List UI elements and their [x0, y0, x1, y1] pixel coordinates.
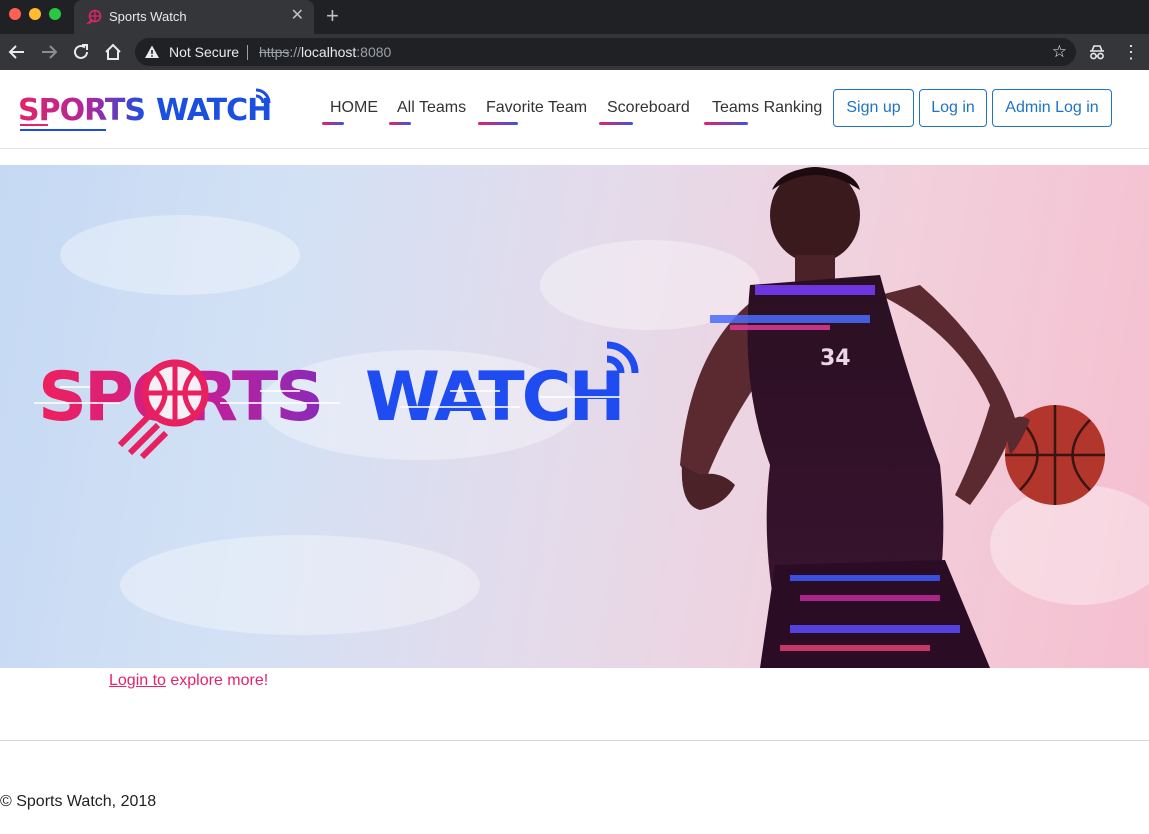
- nav-underline: [322, 122, 344, 125]
- nav-teams-ranking[interactable]: Teams Ranking: [704, 99, 823, 125]
- brand-word-sports: SPORTS: [18, 93, 145, 128]
- brand-word-watch: WATCH: [156, 93, 271, 128]
- nav-label: HOME: [330, 99, 378, 116]
- nav-label: Favorite Team: [486, 99, 588, 116]
- url-host: localhost: [301, 44, 357, 60]
- security-label: Not Secure: [169, 44, 240, 60]
- login-prompt-text: explore more!: [165, 672, 269, 689]
- menu-dots-icon[interactable]: ⋮: [1122, 40, 1140, 64]
- footer-copyright: © Sports Watch, 2018: [0, 793, 157, 810]
- close-tab-icon[interactable]: ✕: [291, 7, 304, 25]
- home-icon[interactable]: [102, 41, 124, 63]
- nav-label: Scoreboard: [607, 99, 690, 116]
- site-navbar: SPORTS WATCH HOME All Teams Favorite Tea…: [0, 70, 1149, 149]
- url-port: :8080: [356, 44, 392, 60]
- brand-logo[interactable]: SPORTS WATCH: [18, 84, 274, 134]
- login-link[interactable]: Login to: [109, 672, 166, 689]
- back-arrow-icon[interactable]: [6, 41, 28, 63]
- basketball-favicon-icon: [86, 9, 102, 25]
- login-prompt: Login to explore more!: [109, 672, 268, 690]
- nav-label: Teams Ranking: [712, 99, 823, 116]
- warning-icon: [145, 45, 159, 58]
- reload-icon[interactable]: [70, 41, 92, 63]
- nav-home[interactable]: HOME: [322, 99, 378, 125]
- nav-underline: [389, 122, 411, 125]
- hero-banner: SPORTS WATCH: [0, 165, 1149, 668]
- url-separator: ://: [289, 44, 302, 60]
- nav-underline: [599, 122, 633, 125]
- separator: [247, 45, 248, 60]
- forward-arrow-icon[interactable]: [38, 41, 60, 63]
- admin-login-button[interactable]: Admin Log in: [992, 89, 1112, 127]
- url-text: https://localhost:8080: [259, 44, 391, 60]
- hero-graphic: SPORTS WATCH: [34, 167, 1149, 668]
- new-tab-button[interactable]: +: [326, 4, 339, 28]
- nav-underline: [478, 122, 518, 125]
- signup-button[interactable]: Sign up: [833, 89, 914, 127]
- nav-label: All Teams: [397, 99, 467, 116]
- browser-tab-bar: Sports Watch ✕ +: [0, 0, 1149, 34]
- address-bar[interactable]: Not Secure https://localhost:8080 ☆: [135, 38, 1076, 66]
- browser-toolbar: Not Secure https://localhost:8080 ☆ ⋮: [0, 34, 1149, 70]
- incognito-icon[interactable]: [1087, 42, 1107, 62]
- star-icon[interactable]: ☆: [1052, 42, 1067, 62]
- nav-underline: [704, 122, 748, 125]
- maximize-window-button[interactable]: [49, 8, 61, 20]
- minimize-window-button[interactable]: [29, 8, 41, 20]
- browser-tab[interactable]: Sports Watch ✕: [74, 0, 314, 34]
- nav-scoreboard[interactable]: Scoreboard: [599, 99, 690, 125]
- login-button[interactable]: Log in: [919, 89, 987, 127]
- nav-favorite-team[interactable]: Favorite Team: [478, 99, 588, 125]
- footer-divider: [0, 740, 1149, 741]
- tab-title: Sports Watch: [109, 9, 187, 24]
- nav-all-teams[interactable]: All Teams: [389, 99, 467, 125]
- jersey-number: 34: [820, 346, 851, 371]
- url-scheme: https: [259, 44, 290, 60]
- close-window-button[interactable]: [9, 8, 21, 20]
